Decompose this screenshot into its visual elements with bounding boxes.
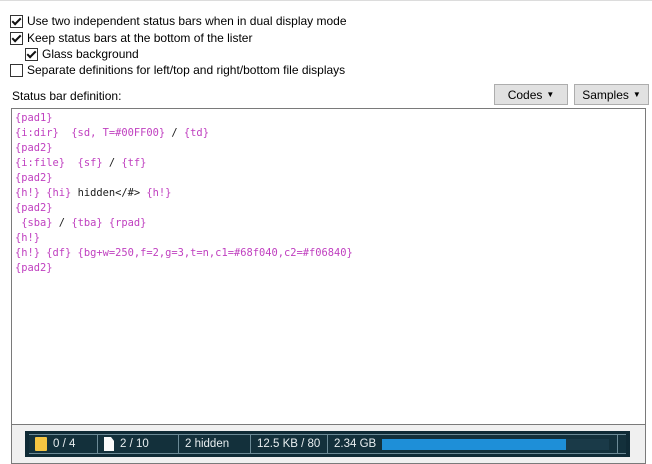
definition-code: {h!} {hi} [15, 187, 72, 199]
definition-text: / [52, 217, 72, 229]
folder-icon [35, 437, 47, 451]
keep-bottom-option[interactable]: Keep status bars at the bottom of the li… [10, 30, 252, 46]
definition-code: {pad2} [15, 202, 53, 214]
definition-code: {pad1} [15, 112, 53, 124]
free-space: 2.34 GB [334, 438, 377, 450]
definition-code: {h!} {df} {bg+w=250,f=2,g=3,t=n,c1=#68f0… [15, 247, 353, 259]
definition-code: {sba} [15, 217, 53, 229]
definition-line: {i:file} {sf} / {tf} [15, 156, 642, 171]
codes-button[interactable]: Codes ▼ [494, 84, 568, 105]
definition-code: {tf} [121, 157, 147, 169]
definition-line: {pad2} [15, 171, 642, 186]
definition-code: {h!} [15, 232, 41, 244]
status-bar-definition-label: Status bar definition: [12, 89, 122, 103]
codes-button-label: Codes [507, 87, 543, 102]
free-space-segment: 2.34 GB [328, 435, 378, 453]
status-bar-end-cap [617, 435, 626, 453]
chevron-down-icon: ▼ [632, 89, 641, 99]
selected-size: 12.5 KB / 80 [257, 438, 321, 450]
top-separator [0, 0, 652, 5]
definition-line: {sba} / {tba} {rpad} [15, 216, 642, 231]
status-bar-definition-editor[interactable]: {pad1} {i:dir} {sd, T=#00FF00} / {td} {pad… [11, 108, 646, 425]
free-space-bar [378, 435, 615, 453]
definition-code: {td} [183, 127, 209, 139]
free-space-bar-fill [382, 438, 566, 450]
hidden-segment: 2 hidden [179, 435, 251, 453]
definition-line: {h!} {hi} hidden</#> {h!} [15, 186, 642, 201]
dirs-segment: 0 / 4 [29, 435, 98, 453]
definition-text: / [165, 127, 184, 139]
dirs-count: 0 / 4 [53, 438, 76, 450]
files-count: 2 / 10 [120, 438, 149, 450]
hidden-count: 2 hidden [185, 438, 230, 450]
separate-definitions-checkbox[interactable] [10, 63, 23, 77]
status-bar-preview-area: 0 / 4 2 / 10 2 hidden 12.5 KB / 80 2.34 … [11, 425, 646, 464]
files-segment: 2 / 10 [98, 435, 179, 453]
keep-bottom-checkbox[interactable] [10, 31, 23, 45]
separate-definitions-label: Separate definitions for left/top and ri… [27, 63, 346, 77]
dual-status-bars-checkbox[interactable] [10, 14, 23, 28]
definition-text: hidden</#> [71, 187, 147, 199]
definition-code: {pad2} [15, 142, 53, 154]
definition-code: {i:dir} {sd, T=#00FF00} [15, 127, 166, 139]
definition-code: {pad2} [15, 262, 53, 274]
definition-code: {pad2} [15, 172, 53, 184]
definition-code: {h!} [146, 187, 172, 199]
glass-background-checkbox[interactable] [25, 47, 38, 61]
chevron-down-icon: ▼ [546, 89, 555, 99]
status-bar-preview: 0 / 4 2 / 10 2 hidden 12.5 KB / 80 2.34 … [25, 431, 630, 457]
definition-code: {tba} {rpad} [71, 217, 147, 229]
definition-line: {h!} {df} {bg+w=250,f=2,g=3,t=n,c1=#68f0… [15, 246, 642, 261]
definition-line: {i:dir} {sd, T=#00FF00} / {td} [15, 126, 642, 141]
definition-line: {pad1} [15, 111, 642, 126]
keep-bottom-label: Keep status bars at the bottom of the li… [27, 31, 253, 45]
definition-line: {pad2} [15, 141, 642, 156]
size-segment: 12.5 KB / 80 [251, 435, 328, 453]
glass-background-option[interactable]: Glass background [25, 46, 139, 62]
samples-button-label: Samples [582, 87, 629, 102]
dual-status-bars-label: Use two independent status bars when in … [27, 14, 347, 28]
definition-line: {pad2} [15, 201, 642, 216]
file-icon [104, 437, 114, 451]
definition-line: {h!} [15, 231, 642, 246]
definition-code: {i:file} {sf} [15, 157, 103, 169]
definition-text: / [102, 157, 122, 169]
separate-definitions-option[interactable]: Separate definitions for left/top and ri… [10, 62, 345, 78]
dual-status-bars-option[interactable]: Use two independent status bars when in … [10, 13, 347, 29]
glass-background-label: Glass background [42, 47, 139, 61]
samples-button[interactable]: Samples ▼ [574, 84, 649, 105]
definition-line: {pad2} [15, 261, 642, 276]
